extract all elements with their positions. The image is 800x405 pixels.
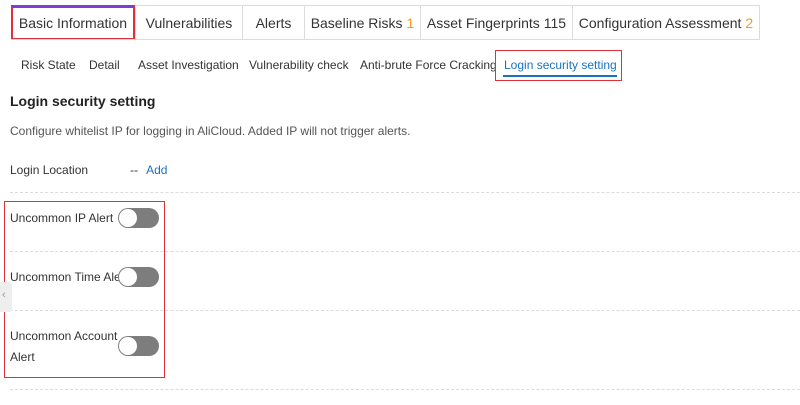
tab-label: Asset Fingerprints xyxy=(426,14,540,31)
subtab-detail[interactable]: Detail xyxy=(89,52,120,78)
tab-baseline-risks[interactable]: Baseline Risks 1 xyxy=(304,5,420,40)
alerts-highlight-box xyxy=(4,201,165,378)
add-whitelist-ip-link[interactable]: Add xyxy=(146,163,167,177)
tab-label: Baseline Risks xyxy=(310,14,403,31)
top-tab-bar: Basic Information Vulnerabilities Alerts… xyxy=(11,5,760,40)
chevron-left-icon: ‹ xyxy=(2,289,6,301)
subtab-vulnerability-check[interactable]: Vulnerability check xyxy=(249,52,349,78)
row-divider xyxy=(10,389,800,390)
side-panel-handle[interactable]: ‹ xyxy=(0,282,12,312)
subtab-highlight-box xyxy=(495,50,622,81)
login-location-label: Login Location xyxy=(10,163,89,177)
tab-label: Alerts xyxy=(255,14,292,31)
section-title: Login security setting xyxy=(10,93,156,109)
subtab-asset-investigation[interactable]: Asset Investigation xyxy=(138,52,239,78)
tab-count-badge: 2 xyxy=(745,14,754,31)
tab-label: Basic Information xyxy=(18,15,128,31)
tab-label: Vulnerabilities xyxy=(145,14,233,31)
row-divider xyxy=(10,192,800,193)
tab-bar-divider xyxy=(11,39,760,40)
subtab-risk-state[interactable]: Risk State xyxy=(21,52,76,78)
tab-label: Configuration Assessment xyxy=(578,14,742,31)
subtab-anti-brute-force-cracking[interactable]: Anti-brute Force Cracking xyxy=(360,52,497,78)
tab-basic-information[interactable]: Basic Information xyxy=(11,5,135,40)
section-description: Configure whitelist IP for logging in Al… xyxy=(10,124,411,138)
login-location-value: -- xyxy=(130,163,139,177)
login-location-row: Login Location -- Add xyxy=(10,163,167,177)
tab-vulnerabilities[interactable]: Vulnerabilities xyxy=(135,5,242,40)
tab-asset-fingerprints[interactable]: Asset Fingerprints 115 xyxy=(420,5,572,40)
tab-alerts[interactable]: Alerts xyxy=(242,5,304,40)
tab-configuration-assessment[interactable]: Configuration Assessment 2 xyxy=(572,5,760,40)
tab-count-badge: 1 xyxy=(406,14,415,31)
tab-count-badge: 115 xyxy=(543,14,567,31)
